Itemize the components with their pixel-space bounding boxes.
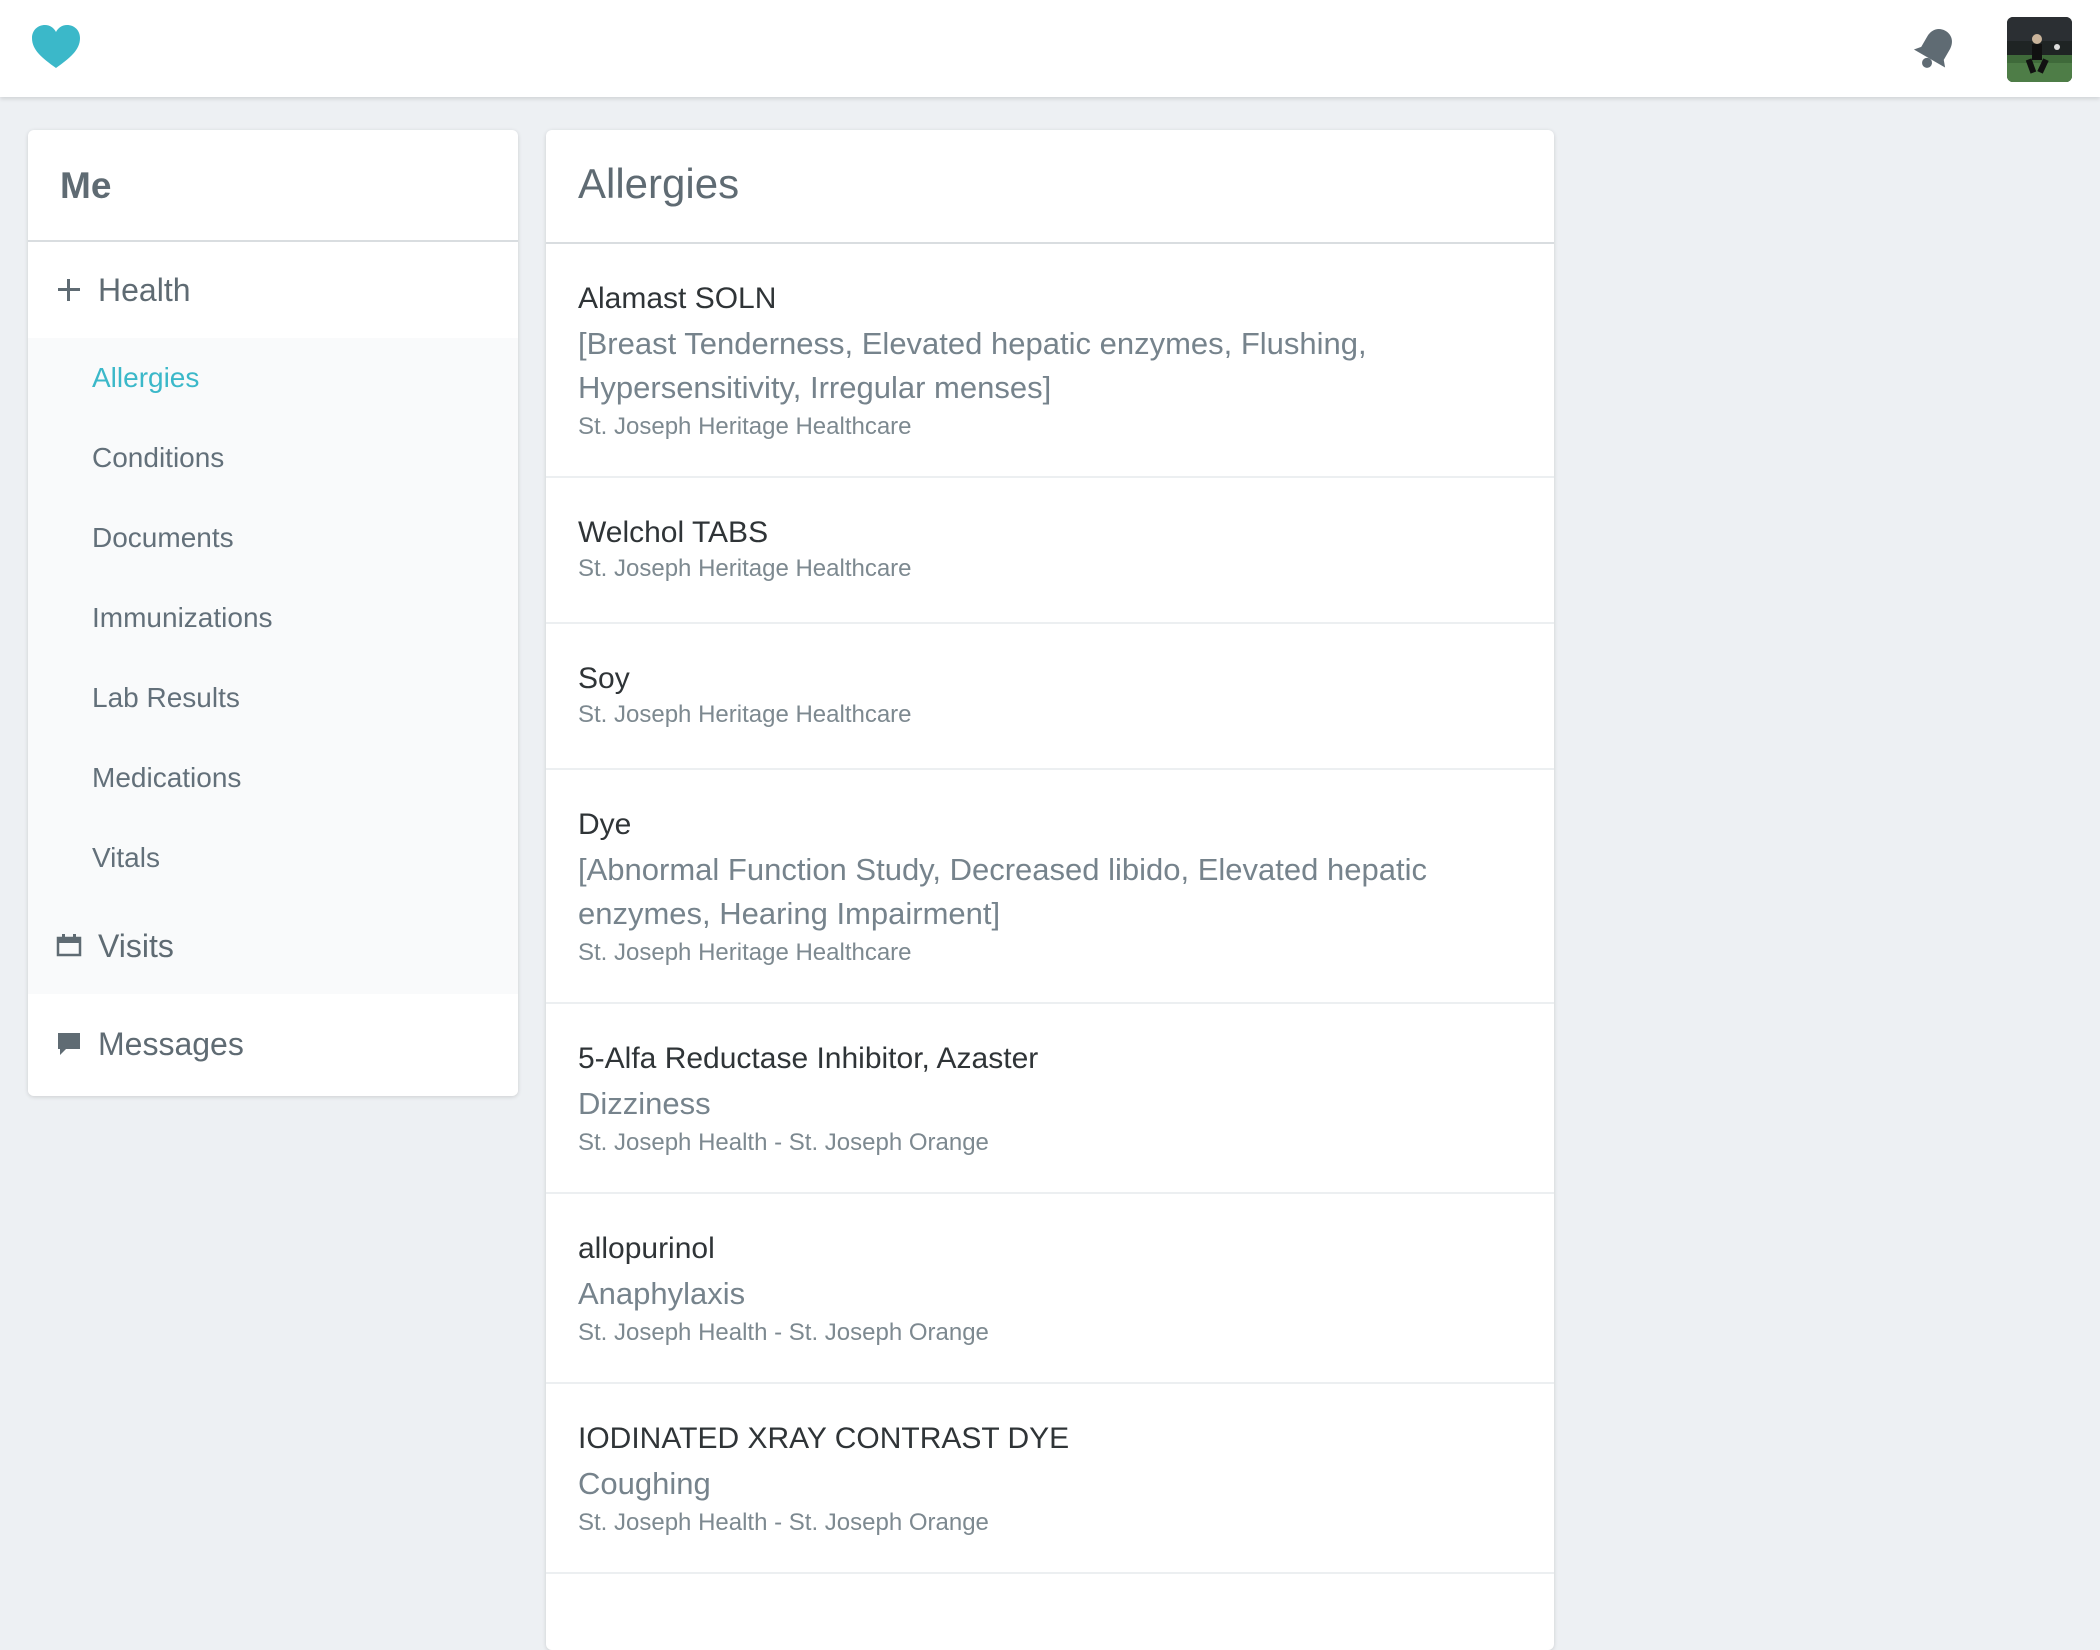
allergy-name: Alamast SOLN	[578, 282, 777, 315]
allergy-row[interactable]: Soy St. Joseph Heritage Healthcare	[546, 624, 1554, 770]
sidebar-item-conditions[interactable]: Conditions	[28, 418, 518, 498]
sidebar-item-immunizations[interactable]: Immunizations	[28, 578, 518, 658]
top-bar	[0, 0, 2100, 97]
allergy-source: St. Joseph Health - St. Joseph Orange	[578, 1129, 989, 1156]
nav-messages-label: Messages	[98, 1025, 244, 1062]
allergy-name: Dye	[578, 808, 632, 841]
allergy-reaction: Anaphylaxis	[578, 1276, 746, 1311]
nav-health-label: Health	[98, 271, 191, 308]
allergy-source: St. Joseph Heritage Healthcare	[578, 701, 912, 728]
user-avatar[interactable]	[2007, 17, 2072, 82]
allergy-row[interactable]: Alamast SOLN [Breast Tenderness, Elevate…	[546, 244, 1554, 478]
nav-visits[interactable]: Visits	[28, 898, 518, 994]
sidebar-item-documents[interactable]: Documents	[28, 498, 518, 578]
allergy-source: St. Joseph Health - St. Joseph Orange	[578, 1509, 989, 1536]
allergy-reaction: [Abnormal Function Study, Decreased libi…	[578, 852, 1427, 931]
plus-icon	[52, 273, 86, 307]
allergies-panel: Allergies Alamast SOLN [Breast Tendernes…	[546, 130, 1554, 1650]
allergy-row[interactable]: allopurinol Anaphylaxis St. Joseph Healt…	[546, 1194, 1554, 1384]
nav-messages[interactable]: Messages	[28, 994, 518, 1094]
allergy-reaction: Coughing	[578, 1466, 711, 1501]
allergy-row[interactable]: Welchol TABS St. Joseph Heritage Healthc…	[546, 478, 1554, 624]
allergy-name: Welchol TABS	[578, 516, 769, 549]
allergy-name: IODINATED XRAY CONTRAST DYE	[578, 1422, 1070, 1455]
sidebar-item-lab-results[interactable]: Lab Results	[28, 658, 518, 738]
nav-health[interactable]: Health	[28, 242, 518, 338]
sidebar-item-label: Lab Results	[92, 682, 240, 713]
allergy-source: St. Joseph Heritage Healthcare	[578, 939, 912, 966]
page-title: Allergies	[546, 130, 1554, 244]
allergy-name: 5-Alfa Reductase Inhibitor, Azaster	[578, 1042, 1039, 1075]
allergy-name: allopurinol	[578, 1232, 715, 1265]
allergy-row[interactable]: IODINATED XRAY CONTRAST DYE Coughing St.…	[546, 1384, 1554, 1574]
heart-icon[interactable]	[30, 24, 82, 70]
allergy-source: St. Joseph Heritage Healthcare	[578, 555, 912, 582]
health-section: Health Allergies Conditions Documents Im…	[28, 242, 518, 994]
sidebar-item-label: Documents	[92, 522, 234, 553]
sidebar: Me Health Allergies Conditions Documents…	[28, 130, 518, 1096]
sidebar-item-label: Conditions	[92, 442, 225, 473]
chat-bubble-icon	[52, 1027, 86, 1061]
sidebar-item-label: Medications	[92, 762, 242, 793]
sidebar-item-label: Vitals	[92, 842, 160, 873]
sidebar-item-allergies[interactable]: Allergies	[28, 338, 518, 418]
allergy-reaction: [Breast Tenderness, Elevated hepatic enz…	[578, 326, 1367, 405]
calendar-icon	[52, 929, 86, 963]
allergy-name: Soy	[578, 662, 630, 695]
allergy-row[interactable]: Dye [Abnormal Function Study, Decreased …	[546, 770, 1554, 1004]
sidebar-item-vitals[interactable]: Vitals	[28, 818, 518, 898]
sidebar-item-medications[interactable]: Medications	[28, 738, 518, 818]
allergy-reaction: Dizziness	[578, 1086, 711, 1121]
allergy-source: St. Joseph Heritage Healthcare	[578, 413, 912, 440]
sidebar-item-label: Allergies	[92, 362, 200, 393]
allergy-row[interactable]: 5-Alfa Reductase Inhibitor, Azaster Dizz…	[546, 1004, 1554, 1194]
sidebar-title: Me	[28, 130, 518, 242]
nav-visits-label: Visits	[98, 927, 174, 964]
allergy-source: St. Joseph Health - St. Joseph Orange	[578, 1319, 989, 1346]
sidebar-item-label: Immunizations	[92, 602, 273, 633]
bell-icon[interactable]	[1910, 24, 1960, 74]
